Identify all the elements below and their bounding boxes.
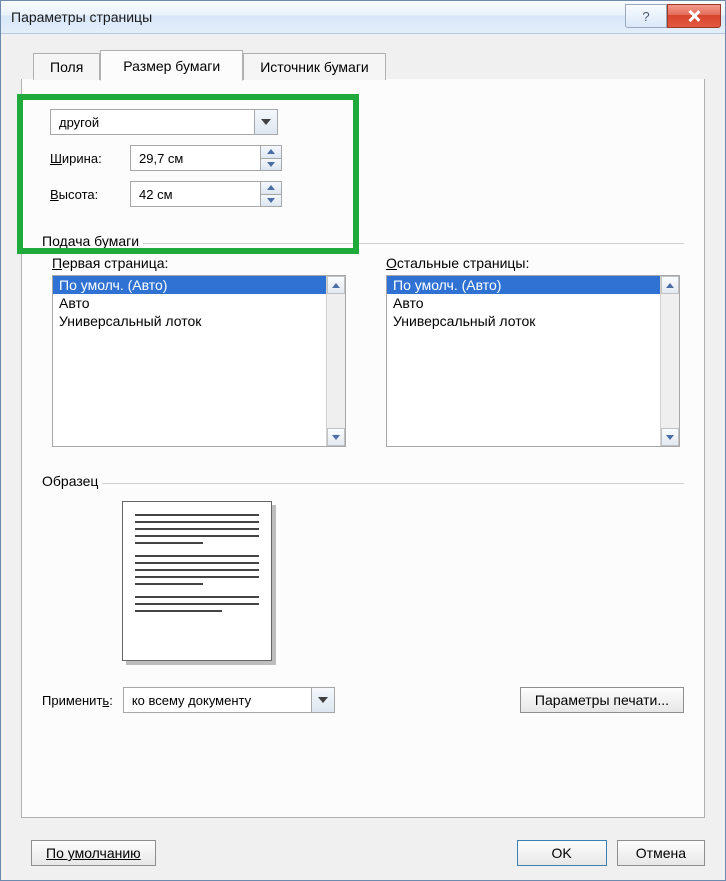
- paper-preset-dropdown-button[interactable]: [254, 110, 277, 134]
- other-pages-label: Остальные страницы:: [386, 255, 680, 271]
- tab-paper-source[interactable]: Источник бумаги: [243, 53, 386, 80]
- print-options-button[interactable]: Параметры печати...: [520, 687, 684, 713]
- close-icon: [687, 9, 701, 23]
- width-spin-down[interactable]: [261, 158, 281, 171]
- width-spinner[interactable]: 29,7 см: [130, 145, 282, 171]
- first-page-scrollbar[interactable]: [326, 276, 345, 446]
- first-page-label: Первая страница:: [52, 255, 346, 271]
- width-label: Ширина:: [50, 151, 130, 166]
- chevron-down-icon: [267, 198, 275, 203]
- help-button[interactable]: ?: [625, 4, 667, 28]
- other-pages-listbox[interactable]: По умолч. (Авто) Авто Универсальный лото…: [386, 275, 680, 447]
- scroll-up-button[interactable]: [661, 276, 679, 294]
- paper-size-block: другой Ширина: 29,7 см Высота:: [50, 107, 684, 209]
- paper-preset-combo[interactable]: другой: [50, 109, 278, 135]
- list-item[interactable]: Авто: [53, 294, 326, 312]
- scroll-down-button[interactable]: [661, 428, 679, 446]
- apply-to-value: ко всему документу: [124, 693, 311, 708]
- chevron-up-icon: [666, 283, 674, 288]
- height-value: 42 см: [131, 187, 260, 202]
- apply-row: Применить: ко всему документу Параметры …: [42, 687, 684, 713]
- paper-feed-legend: Подача бумаги: [42, 233, 143, 249]
- chevron-up-icon: [267, 149, 275, 154]
- window-title: Параметры страницы: [11, 9, 625, 25]
- list-item[interactable]: Универсальный лоток: [53, 312, 326, 330]
- list-item[interactable]: Авто: [387, 294, 660, 312]
- close-button[interactable]: [667, 4, 721, 28]
- chevron-down-icon: [261, 119, 271, 125]
- cancel-button[interactable]: Отмена: [617, 840, 705, 866]
- title-bar: Параметры страницы ?: [1, 1, 725, 34]
- apply-to-combo[interactable]: ко всему документу: [123, 687, 335, 713]
- first-page-listbox[interactable]: По умолч. (Авто) Авто Универсальный лото…: [52, 275, 346, 447]
- scroll-down-button[interactable]: [327, 428, 345, 446]
- tab-strip: Поля Размер бумаги Источник бумаги: [1, 34, 725, 80]
- width-value: 29,7 см: [131, 151, 260, 166]
- height-spin-down[interactable]: [261, 194, 281, 207]
- width-spin-up[interactable]: [261, 146, 281, 158]
- list-item[interactable]: По умолч. (Авто): [387, 276, 660, 294]
- chevron-down-icon: [267, 162, 275, 167]
- chevron-down-icon: [318, 697, 328, 703]
- tab-fields[interactable]: Поля: [33, 53, 100, 80]
- height-spin-up[interactable]: [261, 182, 281, 194]
- apply-to-label: Применить:: [42, 693, 113, 708]
- height-spinner[interactable]: 42 см: [130, 181, 282, 207]
- default-button[interactable]: По умолчанию: [31, 840, 156, 866]
- scroll-up-button[interactable]: [327, 276, 345, 294]
- tab-paper-size[interactable]: Размер бумаги: [100, 50, 243, 81]
- paper-feed-group: Подача бумаги Первая страница: По умолч.…: [42, 233, 684, 451]
- sample-preview: [122, 501, 272, 661]
- chevron-down-icon: [332, 435, 340, 440]
- ok-button[interactable]: OK: [517, 840, 607, 866]
- page-setup-window: Параметры страницы ? Поля Размер бумаги …: [0, 0, 726, 881]
- other-pages-scrollbar[interactable]: [660, 276, 679, 446]
- list-item[interactable]: Универсальный лоток: [387, 312, 660, 330]
- tab-panel: другой Ширина: 29,7 см Высота:: [21, 79, 705, 818]
- chevron-up-icon: [332, 283, 340, 288]
- chevron-up-icon: [267, 185, 275, 190]
- sample-legend: Образец: [42, 473, 102, 489]
- apply-to-dropdown-button[interactable]: [311, 688, 334, 712]
- chevron-down-icon: [666, 435, 674, 440]
- help-icon: ?: [642, 9, 649, 24]
- dialog-footer: По умолчанию OK Отмена: [21, 840, 705, 866]
- list-item[interactable]: По умолч. (Авто): [53, 276, 326, 294]
- height-label: Высота:: [50, 187, 130, 202]
- paper-preset-value: другой: [51, 115, 254, 130]
- sample-group: Образец: [42, 473, 684, 665]
